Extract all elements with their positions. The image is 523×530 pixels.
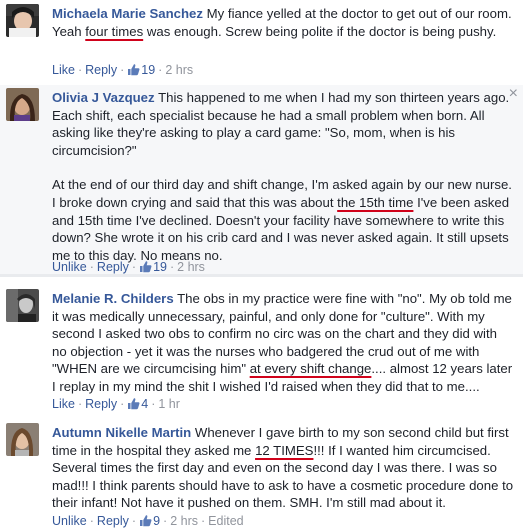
author-name[interactable]: Michaela Marie Sanchez — [52, 6, 203, 21]
separator: · — [120, 397, 125, 411]
comment-text-continued: was enough. Screw being polite if the do… — [143, 23, 497, 39]
unlike-link[interactable]: Unlike — [52, 260, 87, 274]
author-name[interactable]: Autumn Nikelle Martin — [52, 425, 191, 440]
comment-panel-2: Olivia J Vazquez This happened to me whe… — [0, 85, 523, 274]
comment-body: Michaela Marie Sanchez My fiance yelled … — [52, 5, 514, 40]
comment-body: Melanie R. Childers The obs in my practi… — [52, 290, 514, 396]
edited-label[interactable]: Edited — [208, 514, 243, 528]
timestamp[interactable]: 1 hr — [158, 397, 180, 411]
highlighted-text: at every shift change — [249, 361, 372, 377]
comment-panel-1: Michaela Marie Sanchez My fiance yelled … — [0, 0, 523, 85]
comment-body: Olivia J Vazquez This happened to me whe… — [52, 89, 514, 264]
like-count[interactable]: 4 — [127, 397, 148, 411]
separator: · — [89, 514, 94, 528]
comment-actions: Unlike · Reply · 9 · 2 hrs · Edited — [52, 514, 244, 528]
separator: · — [169, 260, 175, 274]
separator: · — [158, 63, 163, 77]
separator: · — [131, 514, 137, 528]
close-icon[interactable]: × — [509, 86, 518, 102]
separator: · — [163, 514, 168, 528]
comment-body: Autumn Nikelle Martin Whenever I gave bi… — [52, 424, 514, 512]
thumbs-up-icon — [140, 261, 152, 273]
highlighted-text: four times — [85, 23, 144, 39]
separator: · — [131, 260, 137, 274]
comment-actions: Like · Reply · 19 · 2 hrs — [52, 63, 193, 77]
avatar[interactable] — [6, 289, 39, 322]
separator: · — [120, 63, 125, 77]
author-name[interactable]: Melanie R. Childers — [52, 291, 174, 306]
separator: · — [89, 260, 94, 274]
reply-link[interactable]: Reply — [85, 63, 117, 77]
comment-actions: Unlike · Reply · 19 · 2 hrs — [52, 260, 205, 274]
comment-panel-3: Melanie R. Childers The obs in my practi… — [0, 277, 523, 530]
thumbs-up-icon — [128, 398, 140, 410]
reply-link[interactable]: Reply — [85, 397, 117, 411]
reply-link[interactable]: Reply — [97, 514, 129, 528]
separator: · — [77, 397, 83, 411]
comment-paragraph-2: At the end of our third day and shift ch… — [52, 176, 514, 264]
unlike-link[interactable]: Unlike — [52, 514, 87, 528]
author-name[interactable]: Olivia J Vazquez — [52, 90, 155, 105]
separator: · — [77, 63, 83, 77]
like-link[interactable]: Like — [52, 63, 75, 77]
highlighted-text: 12 TIMES — [255, 442, 314, 458]
timestamp[interactable]: 2 hrs — [177, 260, 205, 274]
reply-link[interactable]: Reply — [97, 260, 129, 274]
avatar[interactable] — [6, 423, 39, 456]
thumbs-up-icon — [140, 515, 152, 527]
like-count[interactable]: 19 — [139, 260, 167, 274]
like-link[interactable]: Like — [52, 397, 75, 411]
comment-actions: Like · Reply · 4 · 1 hr — [52, 397, 180, 411]
highlighted-text: the 15th time — [337, 194, 414, 210]
like-count[interactable]: 9 — [139, 514, 160, 528]
avatar[interactable] — [6, 4, 39, 37]
avatar[interactable] — [6, 88, 39, 121]
timestamp[interactable]: 2 hrs — [165, 63, 193, 77]
separator: · — [151, 397, 156, 411]
timestamp[interactable]: 2 hrs — [170, 514, 198, 528]
separator: · — [200, 514, 206, 528]
like-count[interactable]: 19 — [127, 63, 155, 77]
thumbs-up-icon — [128, 64, 140, 76]
